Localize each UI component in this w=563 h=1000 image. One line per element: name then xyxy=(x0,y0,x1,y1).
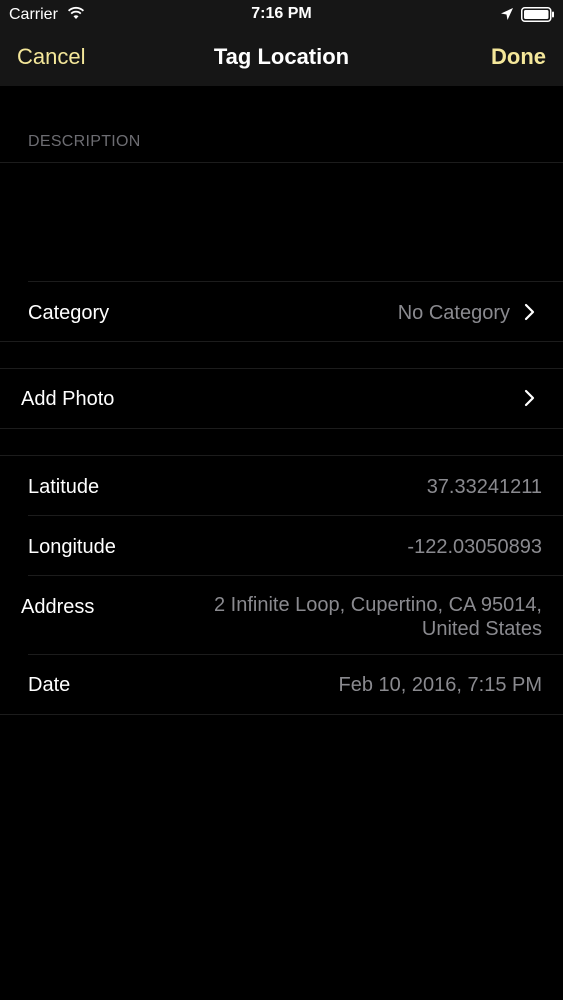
latitude-label: Latitude xyxy=(28,476,100,498)
category-row[interactable]: Category No Category xyxy=(0,282,563,341)
date-label: Date xyxy=(28,674,71,696)
separator xyxy=(0,428,563,429)
separator xyxy=(0,714,563,715)
location-arrow-icon xyxy=(501,8,513,20)
chevron-right-icon xyxy=(524,389,535,407)
description-input[interactable] xyxy=(0,163,563,281)
latitude-value: 37.33241211 xyxy=(426,476,542,498)
address-label: Address xyxy=(21,596,95,618)
add-photo-label: Add Photo xyxy=(21,388,115,410)
add-photo-row[interactable]: Add Photo xyxy=(0,369,563,428)
description-section-header: DESCRIPTION xyxy=(28,133,141,150)
address-line-2: United States xyxy=(421,618,542,640)
longitude-value: -122.03050893 xyxy=(407,536,542,558)
address-row: Address 2 Infinite Loop, Cupertino, CA 9… xyxy=(0,576,563,654)
done-button[interactable]: Done xyxy=(491,44,546,70)
battery-icon xyxy=(521,7,554,22)
address-line-1: 2 Infinite Loop, Cupertino, CA 95014, xyxy=(213,594,542,616)
tag-location-screen: Carrier 7:16 PM Cancel Tag Location Done… xyxy=(0,0,563,1000)
date-value: Feb 10, 2016, 7:15 PM xyxy=(338,674,542,696)
page-title: Tag Location xyxy=(213,44,350,69)
address-value: 2 Infinite Loop, Cupertino, CA 95014, Un… xyxy=(214,593,542,641)
category-label: Category xyxy=(28,302,110,324)
status-time: 7:16 PM xyxy=(251,5,312,22)
longitude-label: Longitude xyxy=(28,536,116,558)
separator xyxy=(0,341,563,342)
longitude-row: Longitude -122.03050893 xyxy=(0,516,563,575)
latitude-row: Latitude 37.33241211 xyxy=(0,456,563,515)
date-row: Date Feb 10, 2016, 7:15 PM xyxy=(0,655,563,714)
chevron-right-icon xyxy=(524,303,535,321)
status-bar: Carrier 7:16 PM xyxy=(0,0,563,30)
category-value: No Category xyxy=(397,302,510,324)
navigation-bar: Cancel Tag Location Done xyxy=(0,30,563,86)
